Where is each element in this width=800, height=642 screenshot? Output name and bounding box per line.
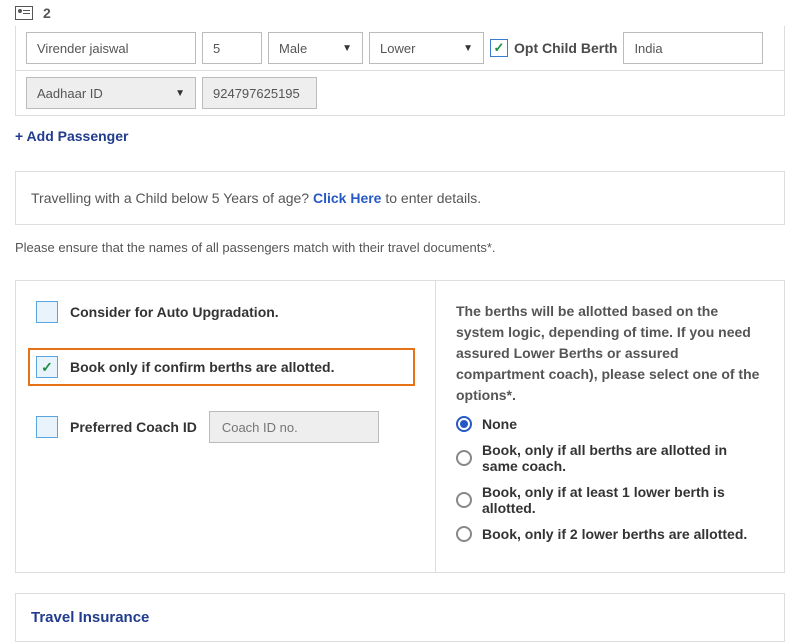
- radio-two-lower-label: Book, only if 2 lower berths are allotte…: [482, 526, 747, 542]
- passenger-form-row-1: Virender jaiswal 5 Male▼ Lower▼ Opt Chil…: [15, 26, 785, 71]
- id-type-select[interactable]: Aadhaar ID▼: [26, 77, 196, 109]
- add-passenger-link[interactable]: + Add Passenger: [15, 116, 785, 156]
- left-options-column: Consider for Auto Upgradation. Book only…: [16, 281, 436, 572]
- radio-same-coach-row: Book, only if all berths are allotted in…: [456, 442, 764, 474]
- child-info-box: Travelling with a Child below 5 Years of…: [15, 171, 785, 225]
- chevron-down-icon: ▼: [175, 88, 185, 99]
- id-card-icon: [15, 6, 33, 20]
- radio-none[interactable]: [456, 416, 472, 432]
- confirm-berths-checkbox[interactable]: [36, 356, 58, 378]
- id-number-input[interactable]: 924797625195: [202, 77, 317, 109]
- opt-child-berth-wrap: Opt Child Berth: [490, 32, 617, 64]
- opt-child-berth-checkbox[interactable]: [490, 39, 508, 57]
- radio-two-lower-row: Book, only if 2 lower berths are allotte…: [456, 526, 764, 542]
- radio-same-coach-label: Book, only if all berths are allotted in…: [482, 442, 764, 474]
- name-input[interactable]: Virender jaiswal: [26, 32, 196, 64]
- radio-one-lower-row: Book, only if at least 1 lower berth is …: [456, 484, 764, 516]
- confirm-berths-label: Book only if confirm berths are allotted…: [70, 359, 334, 375]
- child-info-suffix: to enter details.: [381, 190, 481, 206]
- click-here-link[interactable]: Click Here: [313, 190, 381, 206]
- child-info-prefix: Travelling with a Child below 5 Years of…: [31, 190, 313, 206]
- chevron-down-icon: ▼: [463, 43, 473, 54]
- coach-id-input[interactable]: [209, 411, 379, 443]
- right-options-column: The berths will be allotted based on the…: [436, 281, 784, 572]
- opt-child-berth-label: Opt Child Berth: [514, 40, 617, 56]
- radio-none-row: None: [456, 416, 764, 432]
- chevron-down-icon: ▼: [342, 43, 352, 54]
- preferred-coach-checkbox[interactable]: [36, 416, 58, 438]
- auto-upgrade-checkbox[interactable]: [36, 301, 58, 323]
- preferred-coach-label: Preferred Coach ID: [70, 419, 197, 435]
- passenger-form-row-2: Aadhaar ID▼ 924797625195: [15, 71, 785, 116]
- radio-one-lower[interactable]: [456, 492, 472, 508]
- radio-one-lower-label: Book, only if at least 1 lower berth is …: [482, 484, 764, 516]
- booking-options-section: Consider for Auto Upgradation. Book only…: [15, 280, 785, 573]
- travel-insurance-box: Travel Insurance: [15, 593, 785, 642]
- radio-two-lower[interactable]: [456, 526, 472, 542]
- match-documents-note: Please ensure that the names of all pass…: [15, 225, 785, 270]
- auto-upgrade-row: Consider for Auto Upgradation.: [36, 301, 415, 323]
- country-input[interactable]: India: [623, 32, 763, 64]
- berth-allotment-intro: The berths will be allotted based on the…: [456, 301, 764, 406]
- berth-select[interactable]: Lower▼: [369, 32, 484, 64]
- age-input[interactable]: 5: [202, 32, 262, 64]
- radio-same-coach[interactable]: [456, 450, 472, 466]
- confirm-berths-row: Book only if confirm berths are allotted…: [28, 348, 415, 386]
- auto-upgrade-label: Consider for Auto Upgradation.: [70, 304, 279, 320]
- preferred-coach-row: Preferred Coach ID: [36, 411, 415, 443]
- gender-select[interactable]: Male▼: [268, 32, 363, 64]
- travel-insurance-title: Travel Insurance: [31, 609, 769, 626]
- passenger-header: 2: [15, 0, 785, 26]
- passenger-number: 2: [43, 5, 51, 21]
- radio-none-label: None: [482, 416, 517, 432]
